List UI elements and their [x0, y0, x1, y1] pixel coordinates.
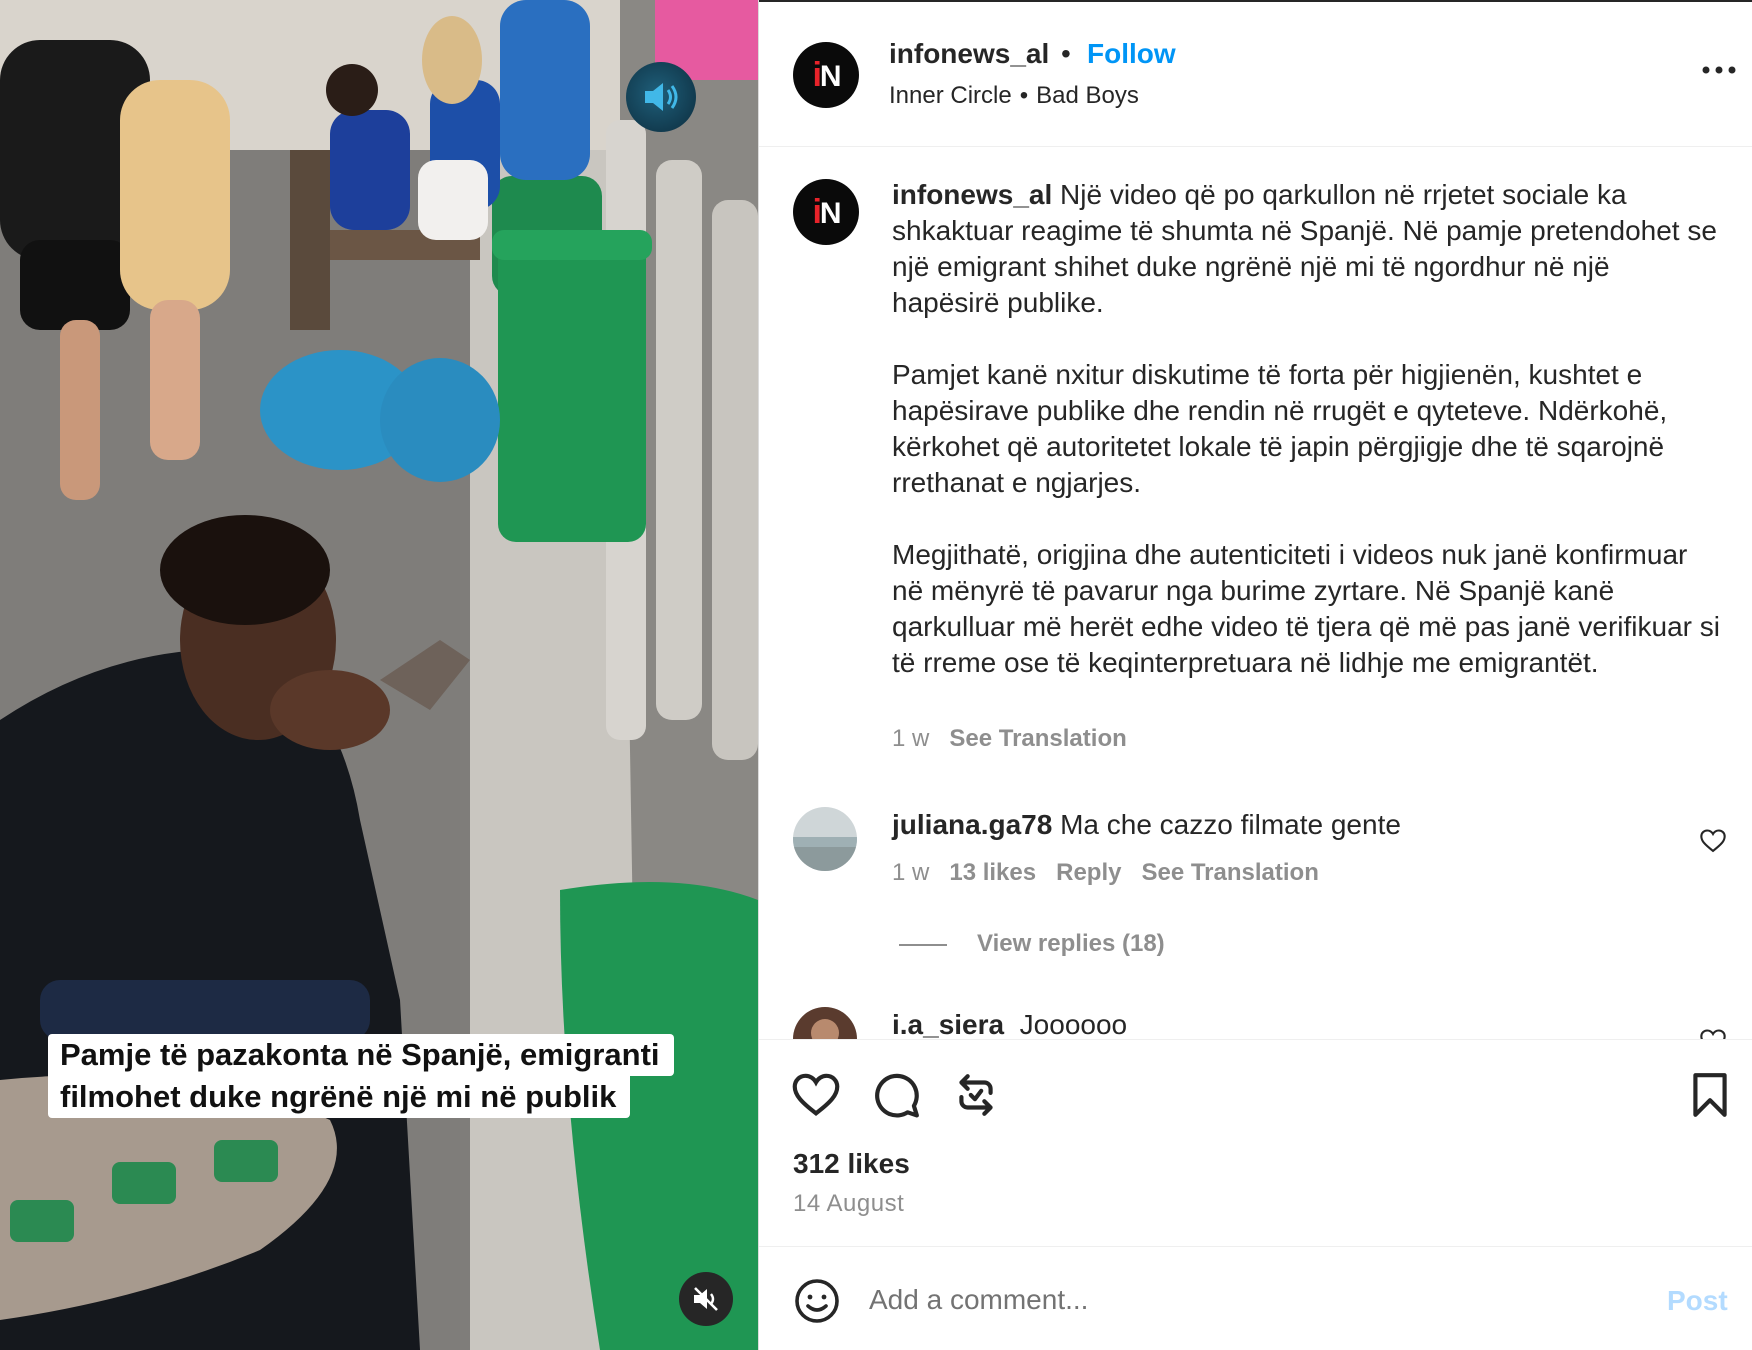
- mute-toggle-button[interactable]: [679, 1272, 733, 1326]
- post-details-panel: iN infonews_al • Follow Inner Circle • Bad…: [758, 0, 1752, 1350]
- caption-paragraph-3: Megjithatë, origjina dhe autenticiteti i…: [892, 539, 1720, 678]
- view-replies-button[interactable]: View replies (18): [899, 930, 1165, 958]
- comment-input[interactable]: [869, 1275, 1629, 1325]
- comment-like-heart-icon[interactable]: [1699, 1027, 1727, 1039]
- author-username[interactable]: infonews_al: [889, 38, 1049, 70]
- speaker-icon[interactable]: [626, 62, 696, 132]
- author-avatar[interactable]: iN: [793, 42, 859, 108]
- view-replies-label: View replies (18): [977, 930, 1165, 957]
- follow-button[interactable]: Follow: [1087, 38, 1176, 70]
- speaker-icon-glyph: [645, 83, 678, 111]
- comment-like-heart-icon[interactable]: [1699, 827, 1727, 855]
- caption-text-block: infonews_al Një video që po qarkullon në…: [892, 177, 1722, 717]
- comment-reply-button[interactable]: Reply: [1056, 859, 1121, 886]
- comment-see-translation[interactable]: See Translation: [1141, 859, 1318, 886]
- video-frame-image: [0, 0, 758, 1350]
- volume-muted-icon: [694, 1287, 718, 1311]
- comments-scroll-area[interactable]: iN infonews_al Një video që po qarkullon…: [759, 147, 1752, 1039]
- comment-meta: 1 w 13 likes Reply See Translation: [892, 859, 1319, 887]
- audio-track: Bad Boys: [1036, 82, 1139, 109]
- comment-time: 1 w: [892, 859, 930, 886]
- more-horizontal-icon[interactable]: [1699, 58, 1739, 82]
- caption-time: 1 w: [892, 725, 930, 752]
- video-caption-line-2: filmohet duke ngrënë një mi në publik: [48, 1076, 631, 1118]
- avatar-logo-text: iN: [812, 55, 841, 94]
- header-separator: •: [1061, 38, 1071, 69]
- post-comment-button[interactable]: Post: [1667, 1285, 1728, 1317]
- caption-see-translation[interactable]: See Translation: [949, 725, 1126, 752]
- avatar-image: [793, 807, 857, 871]
- comment-body: Ma che cazzo filmate gente: [1060, 809, 1401, 840]
- add-comment-bar: Post: [759, 1246, 1752, 1350]
- comment-icon[interactable]: [871, 1070, 921, 1120]
- post-header: iN infonews_al • Follow Inner Circle • Bad…: [759, 2, 1752, 147]
- comment-likes[interactable]: 13 likes: [949, 859, 1036, 886]
- caption-meta: 1 w See Translation: [892, 725, 1127, 753]
- post-date: 14 August: [793, 1190, 905, 1217]
- repost-icon[interactable]: [951, 1070, 1001, 1120]
- likes-count[interactable]: 312 likes: [793, 1148, 910, 1180]
- caption-paragraph-1: infonews_al Një video që po qarkullon në…: [892, 177, 1722, 321]
- post-media-video[interactable]: Pamje të pazakonta në Spanjë, emigranti …: [0, 0, 758, 1350]
- commenter-avatar[interactable]: [793, 1007, 857, 1039]
- video-caption-overlay: Pamje të pazakonta në Spanjë, emigranti …: [48, 1034, 674, 1118]
- caption-username[interactable]: infonews_al: [892, 179, 1052, 210]
- comment-username[interactable]: i.a_siera: [892, 1009, 1004, 1039]
- replies-line: [899, 943, 947, 946]
- post-actions: 312 likes 14 August: [759, 1039, 1752, 1243]
- avatar-logo-text: iN: [812, 192, 841, 231]
- caption-author-avatar[interactable]: iN: [793, 179, 859, 245]
- comment-body: Joooooo: [1019, 1009, 1128, 1039]
- emoji-icon[interactable]: [793, 1277, 841, 1325]
- comment-text: i.a_siera Joooooo: [892, 1009, 1127, 1039]
- avatar-image: [793, 1007, 857, 1039]
- commenter-avatar[interactable]: [793, 807, 857, 871]
- video-caption-line-1: Pamje të pazakonta në Spanjë, emigranti: [48, 1034, 674, 1076]
- audio-separator: •: [1019, 82, 1029, 109]
- bookmark-icon[interactable]: [1685, 1070, 1735, 1120]
- audio-artist: Inner Circle: [889, 82, 1012, 109]
- comment-text: juliana.ga78 Ma che cazzo filmate gente: [892, 809, 1401, 841]
- audio-attribution[interactable]: Inner Circle • Bad Boys: [889, 82, 1139, 110]
- comment-username[interactable]: juliana.ga78: [892, 809, 1052, 840]
- heart-icon[interactable]: [791, 1070, 841, 1120]
- caption-paragraph-2: Pamjet kanë nxitur diskutime të forta pë…: [892, 359, 1668, 498]
